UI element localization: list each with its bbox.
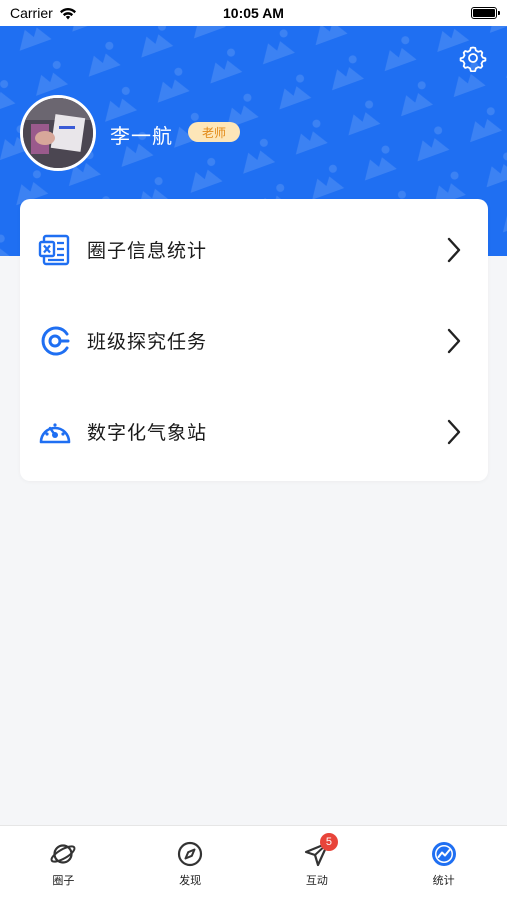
tab-circle[interactable]: 圈子	[0, 826, 127, 900]
carrier-group: Carrier	[10, 5, 77, 21]
tab-label: 圈子	[52, 875, 75, 887]
chevron-right-icon	[447, 419, 461, 444]
menu-card: 圈子信息统计 班级探究任务 数字化气象站	[20, 199, 488, 481]
chevron-right-icon	[447, 237, 461, 262]
carrier-label: Carrier	[10, 5, 53, 21]
task-icon	[41, 326, 70, 355]
battery-icon	[471, 7, 500, 19]
wifi-icon	[59, 7, 76, 19]
tab-label: 统计	[432, 875, 455, 887]
bottom-tab-bar: 圈子 发现 互动 5 统计	[0, 825, 507, 900]
tab-label: 互动	[305, 875, 328, 887]
role-badge: 老师	[188, 122, 241, 142]
gauge-icon	[39, 422, 71, 443]
notification-badge: 5	[319, 833, 338, 851]
stats-icon	[431, 842, 456, 866]
menu-item-label: 圈子信息统计	[87, 241, 208, 262]
user-name: 李一航	[110, 126, 173, 148]
chevron-right-icon	[447, 328, 461, 353]
menu-item-class-tasks[interactable]: 班级探究任务	[20, 295, 488, 386]
avatar-photo	[23, 98, 93, 168]
menu-item-circle-stats[interactable]: 圈子信息统计	[20, 204, 488, 295]
tab-label: 发现	[179, 875, 202, 887]
planet-icon	[50, 844, 76, 864]
tab-discover[interactable]: 发现	[127, 826, 254, 900]
settings-gear-icon[interactable]	[459, 44, 487, 72]
menu-item-label: 数字化气象站	[87, 423, 208, 444]
menu-item-weather-station[interactable]: 数字化气象站	[20, 386, 488, 477]
tab-stats[interactable]: 统计	[380, 826, 507, 900]
tab-interaction[interactable]: 互动 5	[254, 826, 381, 900]
menu-item-label: 班级探究任务	[87, 332, 208, 353]
compass-icon	[178, 841, 203, 867]
spreadsheet-icon	[38, 234, 70, 265]
status-bar: Carrier 10:05 AM	[0, 0, 507, 26]
avatar[interactable]	[20, 95, 96, 171]
